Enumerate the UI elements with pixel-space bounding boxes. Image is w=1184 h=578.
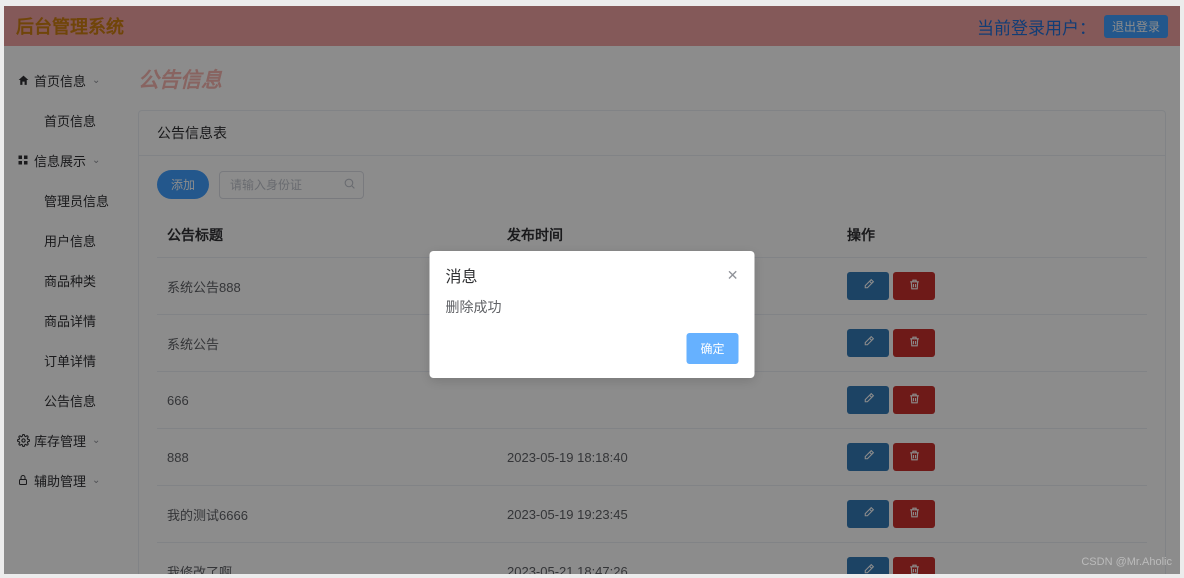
- message-dialog: 消息 ✕ 删除成功 确定: [430, 251, 755, 378]
- dialog-title: 消息: [446, 263, 478, 287]
- dialog-ok-button[interactable]: 确定: [686, 333, 738, 364]
- watermark: CSDN @Mr.Aholic: [1081, 556, 1172, 568]
- dialog-body: 删除成功: [430, 291, 755, 323]
- close-icon[interactable]: ✕: [727, 267, 739, 284]
